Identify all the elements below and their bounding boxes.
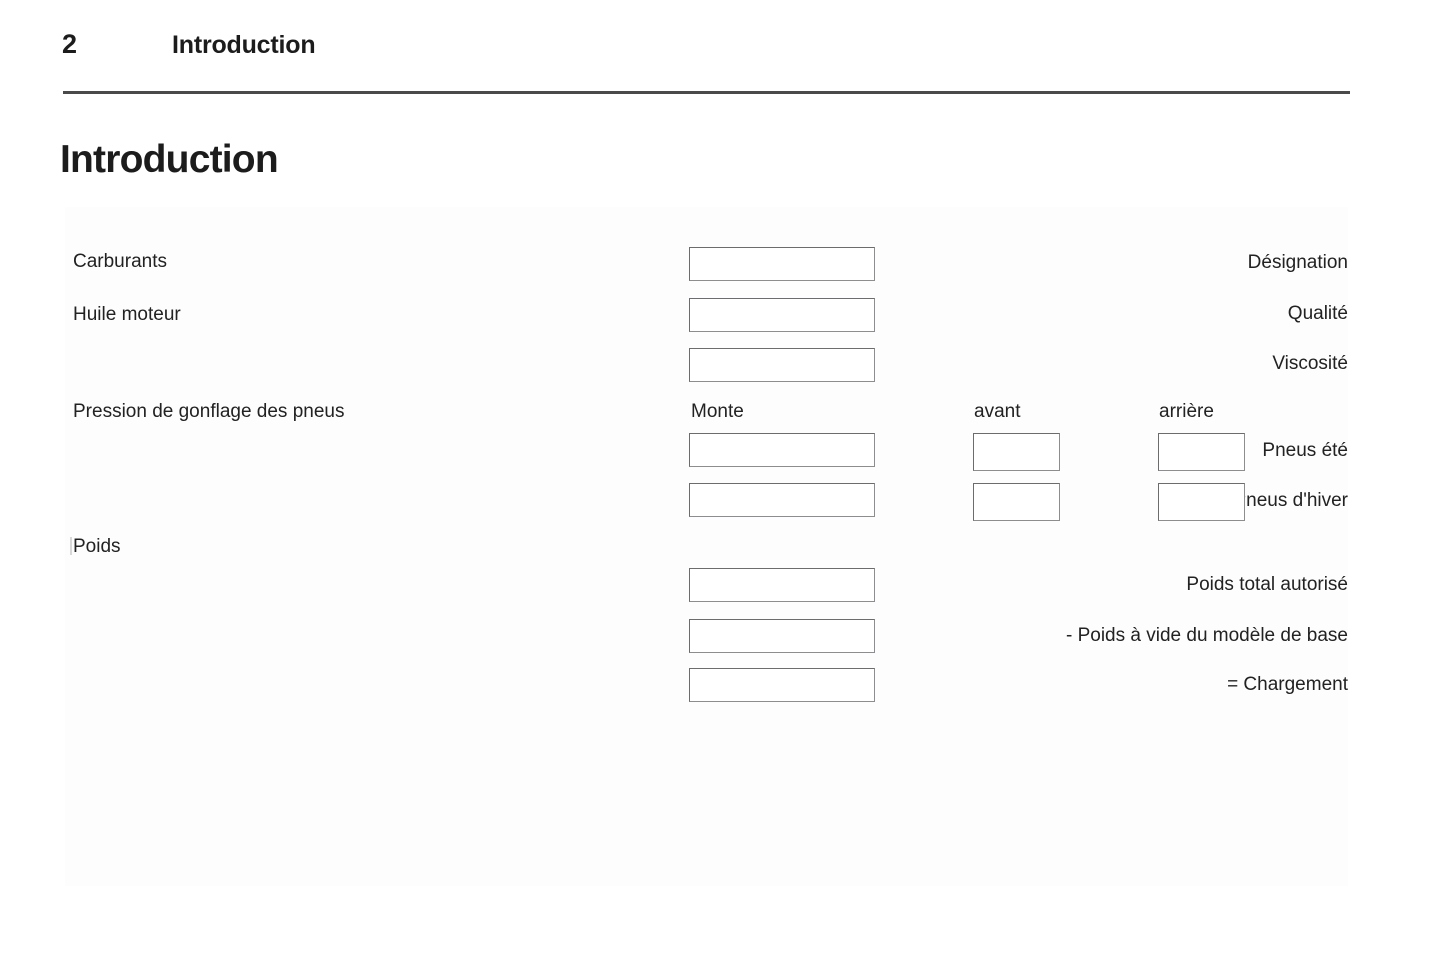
vehicle-data-form: Carburants Huile moteur Pression de gonf…	[65, 207, 1348, 886]
page-number: 2	[62, 29, 77, 59]
input-pneus-ete-arriere[interactable]	[1158, 433, 1245, 471]
group-label-carburants: Carburants	[73, 251, 167, 272]
group-label-poids: Poids	[73, 536, 121, 557]
input-poids-a-vide[interactable]	[689, 619, 875, 653]
scan-artifact	[70, 537, 72, 555]
input-viscosite[interactable]	[689, 348, 875, 382]
page-title: Introduction	[60, 138, 279, 182]
input-pneus-ete-monte[interactable]	[689, 433, 875, 467]
input-designation[interactable]	[689, 247, 875, 281]
header-divider	[63, 91, 1350, 94]
header-chapter-title: Introduction	[172, 31, 316, 59]
input-poids-total-autorise[interactable]	[689, 568, 875, 602]
column-header-avant: avant	[974, 401, 1021, 422]
page-header: 2 Introduction	[0, 0, 1445, 96]
input-pneus-hiver-arriere[interactable]	[1158, 483, 1245, 521]
input-pneus-ete-avant[interactable]	[973, 433, 1060, 471]
input-pneus-hiver-monte[interactable]	[689, 483, 875, 517]
group-label-pression-pneus: Pression de gonflage des pneus	[73, 401, 345, 422]
input-qualite[interactable]	[689, 298, 875, 332]
column-header-monte: Monte	[691, 401, 744, 422]
group-label-huile-moteur: Huile moteur	[73, 304, 181, 325]
input-pneus-hiver-avant[interactable]	[973, 483, 1060, 521]
input-chargement[interactable]	[689, 668, 875, 702]
column-header-arriere: arrière	[1159, 401, 1214, 422]
